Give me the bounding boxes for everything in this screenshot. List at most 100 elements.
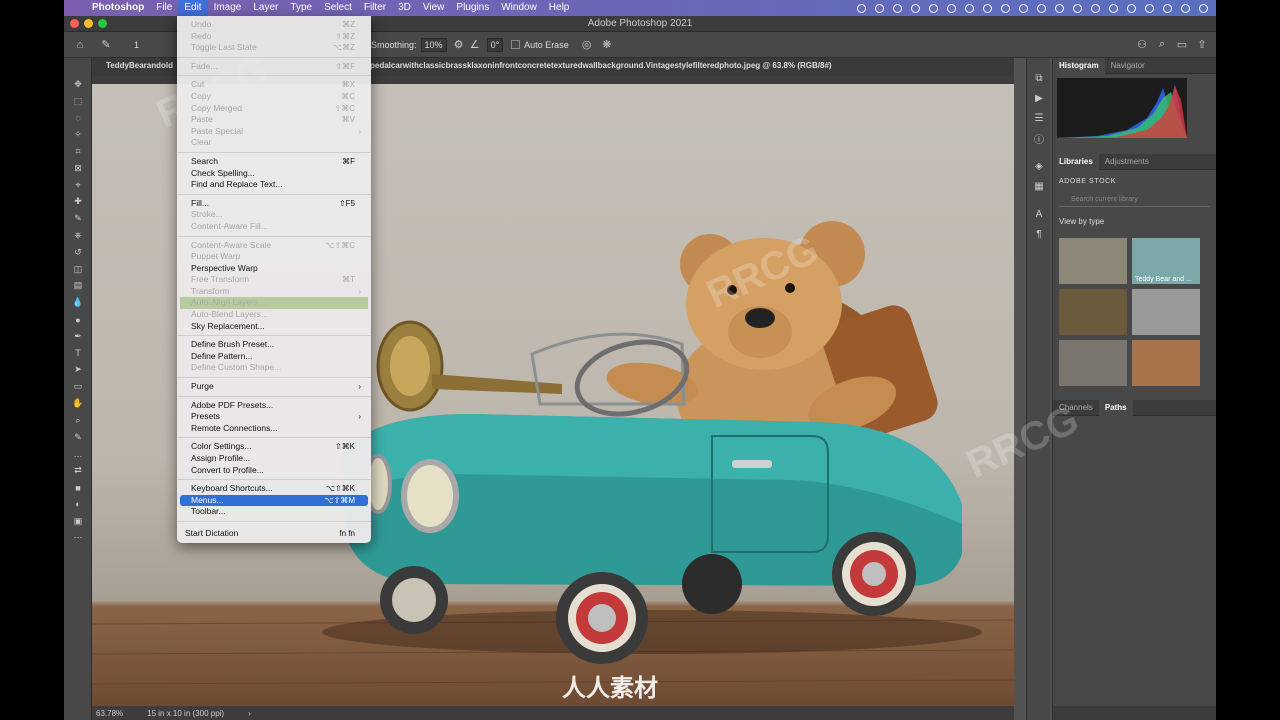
smoothing-input[interactable]: 10% — [420, 37, 447, 52]
menu-item-sky-replacement[interactable]: Sky Replacement... — [177, 321, 371, 333]
frame-tool-icon[interactable]: ⊠ — [64, 160, 92, 177]
menu-help[interactable]: Help — [543, 0, 576, 16]
status-icon[interactable] — [1181, 3, 1190, 13]
pressure-icon[interactable]: ◎ — [579, 37, 595, 53]
brush-size[interactable]: 1 — [134, 40, 139, 50]
menu-item-convert-to-profile[interactable]: Convert to Profile... — [177, 465, 371, 477]
blur-tool-icon[interactable]: 💧 — [64, 294, 92, 311]
share-icon[interactable]: ⇧ — [1194, 37, 1210, 53]
status-icon[interactable] — [893, 3, 902, 13]
status-arrow[interactable]: › — [248, 709, 251, 718]
gear-icon[interactable]: ⚙ — [451, 37, 467, 53]
properties-icon[interactable]: ☰ — [1027, 108, 1051, 128]
menu-plugins[interactable]: Plugins — [450, 0, 495, 16]
tab-navigator[interactable]: Navigator — [1105, 58, 1151, 74]
status-icon[interactable] — [1073, 3, 1082, 13]
symmetry-icon[interactable]: ❋ — [599, 37, 615, 53]
status-icon[interactable] — [1055, 3, 1064, 13]
library-thumb[interactable] — [1059, 340, 1127, 386]
status-icon[interactable] — [1127, 3, 1136, 13]
library-thumb[interactable]: Teddy Bear and ... — [1132, 238, 1200, 284]
brush-tool-icon[interactable]: ✎ — [64, 210, 92, 227]
stamp-tool-icon[interactable]: ⎈ — [64, 227, 92, 244]
status-icon[interactable] — [1001, 3, 1010, 13]
status-icon[interactable] — [857, 3, 866, 13]
pen-tool-icon[interactable]: ✒ — [64, 328, 92, 345]
menu-item-menus[interactable]: Menus... ⌥⇧⌘M — [180, 494, 368, 507]
status-icon[interactable] — [1091, 3, 1100, 13]
status-icon[interactable] — [1199, 3, 1208, 13]
doc-tab-teddy[interactable]: TeddyBearandold — [106, 61, 173, 70]
artboard-tool-icon[interactable]: ⬚ — [64, 93, 92, 110]
menu-item-remote-connections[interactable]: Remote Connections... — [177, 423, 371, 435]
menu-item-search[interactable]: Search ⌘F — [177, 156, 371, 168]
menu-item-perspective-warp[interactable]: Perspective Warp — [177, 263, 371, 275]
character-icon[interactable]: A — [1027, 204, 1051, 224]
view-by-dropdown[interactable]: View by type — [1053, 211, 1216, 232]
search-icon[interactable]: ⌕ — [1154, 37, 1170, 53]
menu-file[interactable]: File — [150, 0, 178, 16]
eyedropper-tool-icon[interactable]: ⌖ — [64, 177, 92, 194]
swatches-icon[interactable]: ▦ — [1027, 176, 1051, 196]
info-icon[interactable]: ⓘ — [1027, 128, 1051, 148]
share-user-icon[interactable]: ⚇ — [1134, 37, 1150, 53]
status-icon[interactable] — [1145, 3, 1154, 13]
tab-channels[interactable]: Channels — [1053, 400, 1099, 416]
screenmode-tool-icon[interactable]: ▣ — [64, 513, 92, 530]
menu-image[interactable]: Image — [208, 0, 248, 16]
menu-item-find-and-replace-text[interactable]: Find and Replace Text... — [177, 179, 371, 191]
tab-adjustments[interactable]: Adjustments — [1099, 154, 1155, 170]
tab-paths[interactable]: Paths — [1098, 399, 1133, 416]
menu-item-check-spelling[interactable]: Check Spelling... — [177, 168, 371, 180]
menu-layer[interactable]: Layer — [247, 0, 284, 16]
dodge-tool-icon[interactable]: ● — [64, 311, 92, 328]
menu-item-assign-profile[interactable]: Assign Profile... — [177, 453, 371, 465]
status-icon[interactable] — [875, 3, 884, 13]
lasso-tool-icon[interactable]: ◌ — [64, 110, 92, 127]
menu-item-color-settings[interactable]: Color Settings... ⇧⌘K — [177, 441, 371, 453]
menu-app[interactable]: Photoshop — [86, 0, 150, 16]
more-tool-icon[interactable]: … — [64, 446, 92, 463]
healing-tool-icon[interactable]: ✚ — [64, 194, 92, 211]
status-icon[interactable] — [1019, 3, 1028, 13]
status-icon[interactable] — [911, 3, 920, 13]
home-icon[interactable]: ⌂ — [72, 37, 88, 53]
hand-tool-icon[interactable]: ✋ — [64, 395, 92, 412]
menu-item-presets[interactable]: Presets › — [177, 411, 371, 423]
tab-libraries[interactable]: Libraries — [1053, 153, 1099, 170]
quickmask-tool-icon[interactable]: ◐ — [64, 496, 92, 513]
menu-item-define-brush-preset[interactable]: Define Brush Preset... — [177, 339, 371, 351]
menu-edit[interactable]: Edit — [178, 0, 208, 16]
play-icon[interactable]: ▶ — [1027, 88, 1051, 108]
status-icon[interactable] — [947, 3, 956, 13]
history-icon[interactable]: ⧉ — [1027, 68, 1051, 88]
menu-item-define-pattern[interactable]: Define Pattern... — [177, 351, 371, 363]
move-tool-icon[interactable]: ✥ — [64, 76, 92, 93]
workspace-icon[interactable]: ▭ — [1174, 37, 1190, 53]
swap-tool-icon[interactable]: ⇄ — [64, 462, 92, 479]
layers-icon[interactable]: ◈ — [1027, 156, 1051, 176]
menu-view[interactable]: View — [417, 0, 451, 16]
menu-item-toolbar[interactable]: Toolbar... — [177, 506, 371, 518]
path-select-tool-icon[interactable]: ➤ — [64, 362, 92, 379]
library-search-input[interactable]: Search current library — [1059, 193, 1210, 207]
type-tool-icon[interactable]: T — [64, 345, 92, 362]
history-brush-tool-icon[interactable]: ↺ — [64, 244, 92, 261]
library-thumb[interactable] — [1059, 238, 1127, 284]
library-thumb[interactable] — [1132, 289, 1200, 335]
menu-type[interactable]: Type — [284, 0, 318, 16]
gradient-tool-icon[interactable]: ▤ — [64, 278, 92, 295]
crop-tool-icon[interactable]: ⌗ — [64, 143, 92, 160]
menu-item-keyboard-shortcuts[interactable]: Keyboard Shortcuts... ⌥⇧⌘K — [177, 483, 371, 495]
status-icon[interactable] — [929, 3, 938, 13]
menu-item-start-dictation[interactable]: Start Dictation fn fn — [177, 528, 371, 540]
menu-select[interactable]: Select — [318, 0, 358, 16]
eraser-tool-icon[interactable]: ◫ — [64, 261, 92, 278]
menu-3d[interactable]: 3D — [392, 0, 417, 16]
auto-erase-checkbox[interactable] — [511, 40, 521, 49]
edit-toolbar-tool-icon[interactable]: ⋯ — [64, 530, 92, 547]
status-icon[interactable] — [1037, 3, 1046, 13]
library-name[interactable]: ADOBE STOCK — [1053, 170, 1216, 189]
tab-histogram[interactable]: Histogram — [1053, 57, 1105, 74]
status-icon[interactable] — [1163, 3, 1172, 13]
